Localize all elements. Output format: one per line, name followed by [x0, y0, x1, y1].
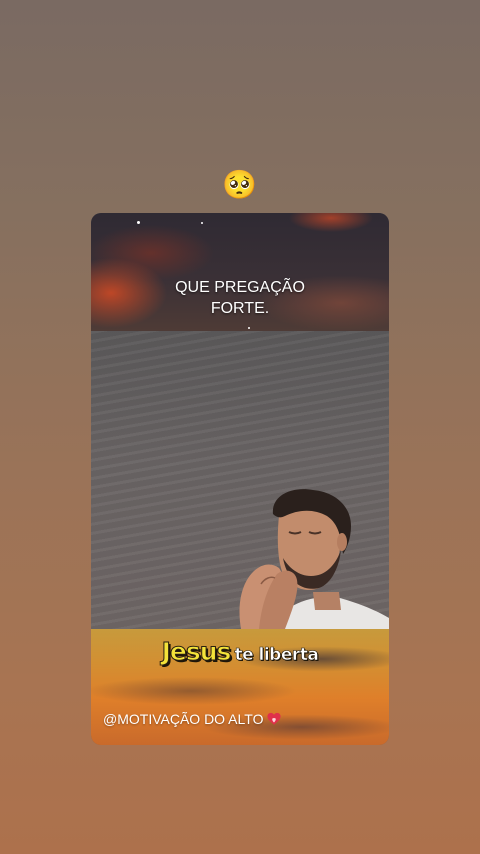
jesus-te-liberta-title: Jesus te liberta	[91, 637, 389, 667]
praying-man-image	[239, 489, 389, 629]
highlight-word: Jesus	[161, 637, 232, 667]
star	[201, 222, 203, 224]
sermon-caption-line-1: QUE PREGAÇÃO	[175, 279, 305, 296]
highlight-rest: te liberta	[234, 645, 319, 666]
sermon-caption-line-2: FORTE.	[210, 300, 270, 317]
watermark-text: @MOTIVAÇÃO DO ALTO	[103, 711, 264, 727]
channel-watermark: @MOTIVAÇÃO DO ALTO	[103, 711, 282, 727]
star	[248, 327, 250, 329]
heart-icon	[267, 712, 282, 725]
star	[137, 221, 140, 224]
pleading-face-emoji: 🥺	[222, 168, 257, 201]
sermon-caption: QUE PREGAÇÃO FORTE.	[91, 277, 389, 319]
video-card[interactable]: QUE PREGAÇÃO FORTE. Jesus te liberta @MOT…	[91, 213, 389, 745]
